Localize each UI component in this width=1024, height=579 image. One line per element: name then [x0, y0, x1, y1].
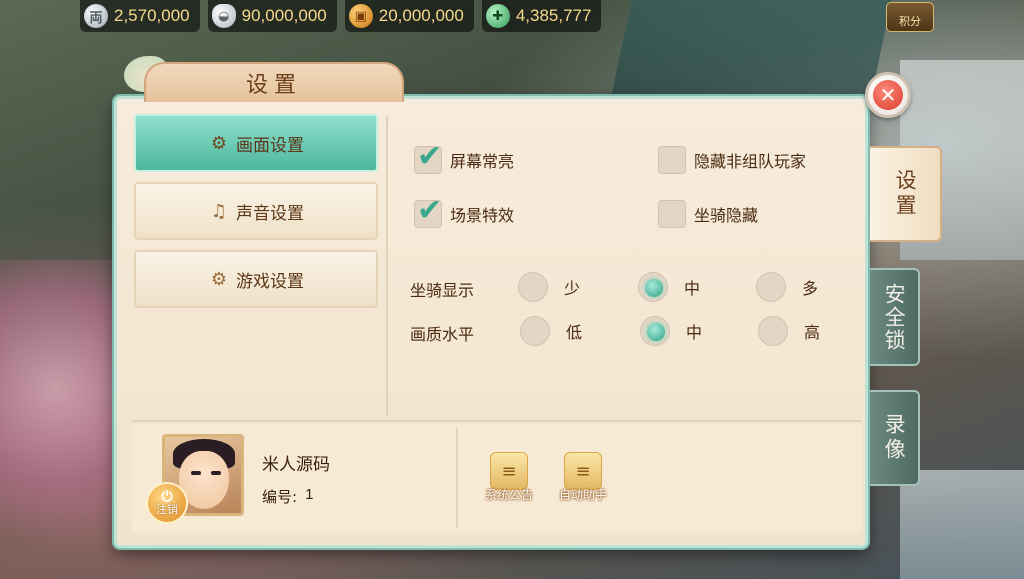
menu-item-label: 画面设置 [236, 135, 304, 156]
scene-snow [900, 470, 1024, 579]
radio-quality-low[interactable]: 低 [520, 316, 582, 346]
action-label: 自动助手 [558, 488, 607, 502]
avatar-eye [191, 471, 201, 475]
menu-item-game[interactable]: ⚙ 游戏设置 [134, 250, 378, 308]
tab-security-lock[interactable]: 安全锁 [870, 268, 920, 366]
avatar-eye [211, 471, 221, 475]
section-divider [456, 428, 458, 528]
radio-label: 多 [802, 279, 819, 298]
radio-dot[interactable] [756, 272, 786, 302]
silver-coin-icon: 両 [84, 4, 108, 28]
checkbox-box[interactable] [658, 146, 686, 174]
scene-roof [608, 0, 892, 110]
tab-replay[interactable]: 录像 [870, 390, 920, 486]
section-divider [386, 116, 388, 416]
currency-value: 2,570,000 [114, 6, 190, 25]
action-label: 系统公告 [484, 488, 533, 502]
jade-icon: ✚ [485, 4, 510, 28]
checkbox-hide-mount[interactable]: 坐骑隐藏 [658, 200, 758, 228]
silver-ingot-icon: ◒ [211, 4, 236, 28]
radio-mount-high[interactable]: 多 [756, 272, 818, 302]
radio-label: 低 [566, 323, 583, 342]
music-note-icon: ♫ [210, 200, 228, 222]
close-button[interactable]: ✕ [865, 72, 911, 118]
currency-value: 20,000,000 [378, 6, 464, 25]
radio-quality-high[interactable]: 高 [758, 316, 820, 346]
radio-dot-selected[interactable] [640, 316, 670, 346]
radio-dot[interactable] [758, 316, 788, 346]
auto-assistant-button[interactable]: ≡ 自动助手 [548, 452, 618, 503]
checkbox-box[interactable] [658, 200, 686, 228]
menu-item-sound[interactable]: ♫ 声音设置 [134, 182, 378, 240]
copper-coin-icon: ▣ [348, 4, 373, 28]
player-id: 编号: 1 [262, 486, 313, 507]
checkbox-label: 屏幕常亮 [450, 152, 515, 171]
gear-icon: ⚙ [210, 268, 228, 290]
quality-label: 画质水平 [410, 325, 475, 344]
radio-dot[interactable] [520, 316, 550, 346]
radio-mount-medium[interactable]: 中 [638, 272, 700, 302]
power-icon: ⏻ [161, 488, 173, 505]
radio-dot[interactable] [518, 272, 548, 302]
menu-item-label: 游戏设置 [236, 271, 304, 292]
scroll-icon: ≡ [490, 452, 528, 490]
checkbox-label: 隐藏非组队玩家 [694, 152, 807, 171]
player-name: 米人源码 [262, 455, 330, 475]
radio-label: 少 [564, 279, 581, 298]
radio-label: 高 [804, 323, 821, 342]
system-notice-button[interactable]: ≡ 系统公告 [474, 452, 544, 503]
currency-bar: 両 2,570,000 ◒ 90,000,000 ▣ 20,000,000 ✚ … [80, 0, 602, 34]
radio-mount-low[interactable]: 少 [518, 272, 580, 302]
currency-jade[interactable]: ✚ 4,385,777 [481, 0, 602, 32]
tab-label: 录像 [882, 413, 907, 463]
radio-label: 中 [686, 323, 703, 342]
radio-quality-medium[interactable]: 中 [640, 316, 702, 346]
player-id-value: 1 [305, 486, 314, 503]
radio-label: 中 [684, 279, 701, 298]
checkbox-label: 坐骑隐藏 [694, 206, 759, 225]
section-divider [132, 420, 862, 422]
close-icon: ✕ [873, 80, 903, 110]
tab-label: 设置 [893, 169, 918, 219]
dialog-title-tab: 设置 [144, 62, 404, 102]
checkbox-scene-effects[interactable]: ✔ 场景特效 [414, 193, 515, 228]
radio-dot-selected[interactable] [638, 272, 668, 302]
currency-copper[interactable]: ▣ 20,000,000 [344, 0, 474, 32]
scroll-icon: ≡ [564, 452, 602, 490]
score-button[interactable]: 积分 [886, 2, 934, 32]
currency-ingot[interactable]: ◒ 90,000,000 [207, 0, 337, 32]
currency-silver[interactable]: 両 2,570,000 [80, 0, 200, 32]
gear-icon: ⚙ [210, 132, 228, 154]
menu-item-label: 声音设置 [236, 203, 304, 224]
checkbox-screen-on[interactable]: ✔ 屏幕常亮 [414, 139, 515, 174]
currency-value: 4,385,777 [515, 6, 592, 25]
currency-value: 90,000,000 [241, 6, 327, 25]
player-id-label: 编号: [262, 488, 298, 506]
checkmark-icon: ✔ [417, 193, 443, 228]
tab-label: 安全锁 [882, 282, 907, 352]
checkbox-label: 场景特效 [450, 206, 515, 225]
mount-display-label: 坐骑显示 [410, 281, 475, 300]
checkbox-box[interactable]: ✔ [414, 139, 442, 174]
checkmark-icon: ✔ [417, 139, 443, 174]
logout-label: 注销 [156, 502, 178, 516]
checkbox-hide-players[interactable]: 隐藏非组队玩家 [658, 146, 806, 174]
menu-item-display[interactable]: ⚙ 画面设置 [134, 114, 378, 172]
checkbox-box[interactable]: ✔ [414, 193, 442, 228]
settings-menu: ⚙ 画面设置 ♫ 声音设置 ⚙ 游戏设置 [134, 114, 378, 318]
logout-button[interactable]: ⏻ 注销 [146, 482, 188, 524]
tab-settings[interactable]: 设置 [870, 146, 942, 242]
dialog-title: 设置 [245, 73, 302, 98]
